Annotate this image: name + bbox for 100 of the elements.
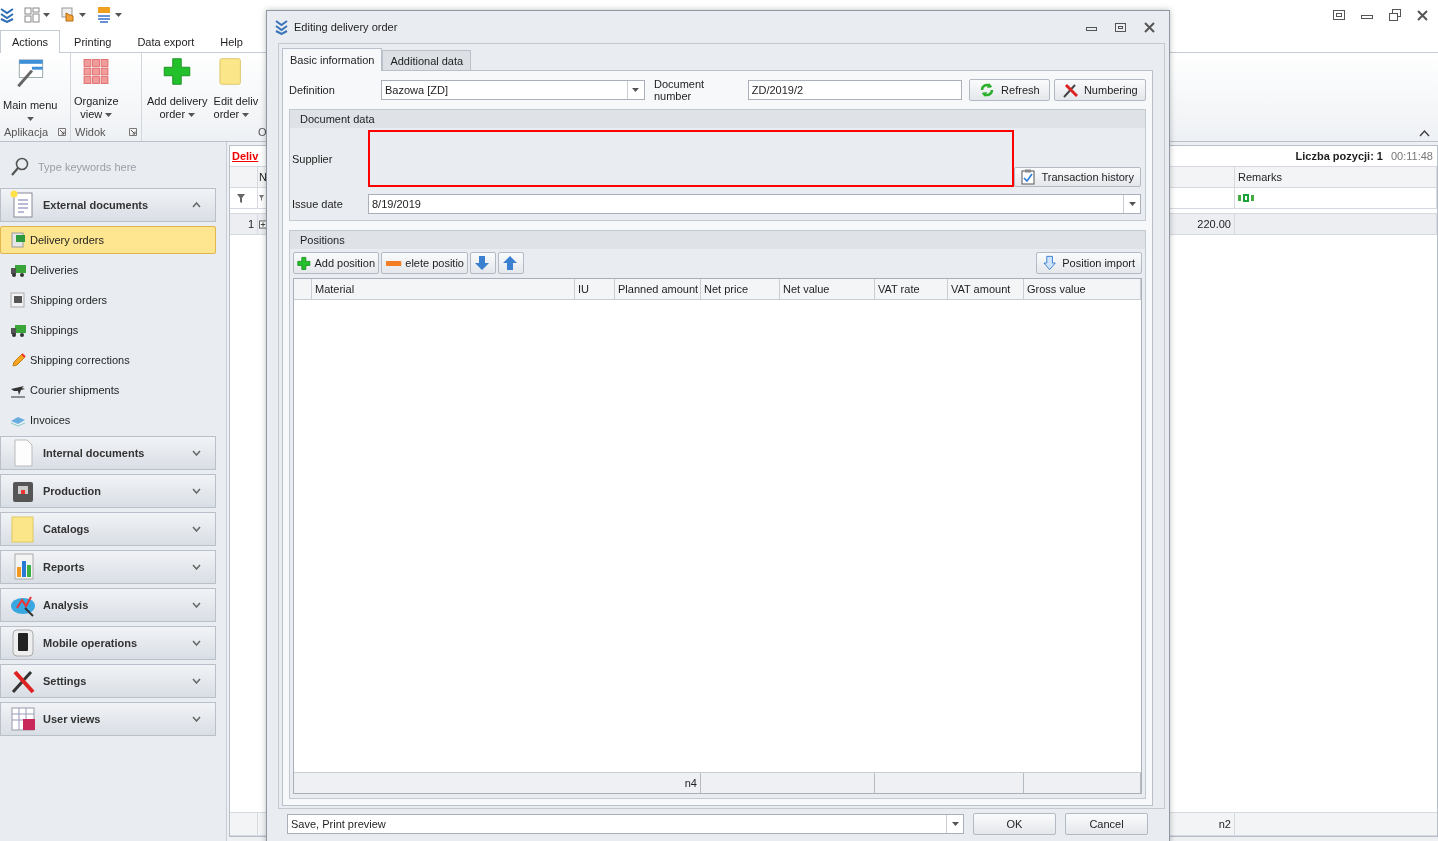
section-title: Positions <box>290 231 1145 249</box>
toolbar-button[interactable]: Refresh <box>969 79 1050 101</box>
nav-item[interactable]: Courier shipments <box>0 376 216 404</box>
group-header[interactable]: Reports <box>0 550 216 584</box>
package-icon <box>10 292 26 308</box>
restore-icon[interactable] <box>1389 9 1401 21</box>
group-header[interactable]: Analysis <box>0 588 216 622</box>
folder-icon <box>9 514 37 544</box>
ok-button[interactable]: OK <box>973 813 1056 835</box>
phone-icon <box>9 628 37 658</box>
transaction-history-button[interactable]: Transaction history <box>1014 167 1141 187</box>
layout-icon <box>24 7 40 23</box>
tab[interactable]: Additional data <box>382 50 472 70</box>
group-header[interactable]: Settings <box>0 664 216 698</box>
column-header: VAT amount <box>948 279 1024 299</box>
footer-cell: n4 <box>294 773 701 793</box>
ribbon-button[interactable]: Edit deliv order <box>210 57 262 121</box>
column-header: IU <box>575 279 615 299</box>
group-header[interactable]: External documents <box>0 188 216 222</box>
toolbar-button[interactable]: Numbering <box>1053 79 1146 101</box>
clipboard-check-icon <box>1021 169 1036 185</box>
search-icon <box>10 157 30 177</box>
group-header[interactable]: User views <box>0 702 216 736</box>
section-title: Document data <box>290 110 1145 128</box>
supplier-field[interactable] <box>368 130 1015 187</box>
group-header[interactable]: Internal documents <box>0 436 216 470</box>
item-count: Liczba pozycji: 1 <box>1295 150 1383 162</box>
launcher-icon[interactable] <box>58 128 66 136</box>
ribbon-tab[interactable]: Data export <box>125 31 207 52</box>
ribbon-tab[interactable]: Printing <box>62 31 124 52</box>
caret-icon <box>1128 202 1136 206</box>
column-header: VAT rate <box>875 279 948 299</box>
launcher-icon[interactable] <box>129 128 137 136</box>
toolbar-button[interactable] <box>470 252 496 274</box>
ribbon-button[interactable]: Add delivery order <box>144 57 211 121</box>
quick-access-button[interactable] <box>24 7 50 23</box>
close-icon[interactable] <box>1144 21 1155 33</box>
caret-icon <box>79 13 86 17</box>
group-header[interactable]: Production <box>0 474 216 508</box>
document-number-field[interactable]: ZD/2019/2 <box>747 80 963 100</box>
nav-item[interactable]: Shipping corrections <box>0 346 216 374</box>
date-field[interactable]: 8/19/2019 <box>368 194 1141 214</box>
ribbon-button[interactable]: Main menu <box>0 57 61 121</box>
group-header[interactable]: Catalogs <box>0 512 216 546</box>
nav-item[interactable]: Delivery orders <box>0 226 216 254</box>
field-label: Supplier <box>292 152 334 165</box>
toolbar-button[interactable] <box>498 252 524 274</box>
search-field[interactable]: Type keywords here <box>38 161 208 173</box>
field-label: Definition <box>289 84 336 96</box>
column-header: Remarks <box>1235 167 1437 187</box>
collapse-icon[interactable] <box>1419 129 1430 137</box>
definition-dropdown[interactable]: Bazowa [ZD] <box>381 80 645 100</box>
caret-icon <box>951 822 959 826</box>
position-import-button[interactable]: Position import <box>1036 252 1142 274</box>
ribbon-button[interactable]: Organize view <box>71 57 122 121</box>
window-title: Editing delivery order <box>294 21 399 33</box>
cancel-button[interactable]: Cancel <box>1065 813 1148 835</box>
arrow-down-icon <box>474 255 492 271</box>
nav-item[interactable]: Shippings <box>0 316 216 344</box>
action-dropdown[interactable]: Save, Print preview <box>287 814 964 834</box>
logo-icon <box>0 7 14 23</box>
nav-item[interactable]: Shipping orders <box>0 286 216 314</box>
close-icon[interactable] <box>1417 9 1428 21</box>
column-header: Material <box>312 279 575 299</box>
quick-access-button[interactable] <box>96 7 122 23</box>
toolbar-button[interactable]: Add position <box>293 252 379 274</box>
group-header[interactable]: Mobile operations <box>0 626 216 660</box>
group-label: O <box>258 126 267 138</box>
field-label: Document number <box>653 78 706 102</box>
nav-item[interactable]: Deliveries <box>0 256 216 284</box>
column-header: Planned amount <box>615 279 701 299</box>
table-icon <box>9 704 37 734</box>
row-number: 1 <box>230 214 258 234</box>
logo-icon <box>275 19 288 35</box>
group-label: Widok <box>75 126 106 138</box>
caret-icon <box>115 13 122 17</box>
tab[interactable]: Basic information <box>282 48 383 71</box>
truck-icon <box>10 322 26 338</box>
quick-access-button[interactable] <box>60 7 86 23</box>
plus-icon <box>297 255 312 271</box>
column-header: Gross value <box>1024 279 1141 299</box>
pencil-icon <box>10 352 26 368</box>
filter-icon <box>237 193 245 203</box>
ribbon-tab[interactable]: Help <box>208 31 255 52</box>
ribbon-tab[interactable]: Actions <box>0 30 61 53</box>
column-header: Net price <box>701 279 780 299</box>
document-icon <box>10 232 26 248</box>
clock-time: 00:11:48 <box>1391 150 1433 162</box>
fullscreen-icon[interactable] <box>1333 10 1345 20</box>
nav-item[interactable]: Invoices <box>0 406 216 434</box>
filter-icon <box>259 195 264 201</box>
list-title-link[interactable]: Deliv <box>232 150 259 162</box>
arrow-up-icon <box>502 255 520 271</box>
field-label: Issue date <box>292 198 344 210</box>
toolbar-button[interactable]: elete positio <box>381 252 468 274</box>
maximize-icon[interactable] <box>1115 22 1126 32</box>
truck-icon <box>10 262 26 278</box>
arrow-down-icon <box>1043 255 1057 271</box>
caret-icon <box>43 13 50 17</box>
refresh-icon <box>979 82 996 98</box>
